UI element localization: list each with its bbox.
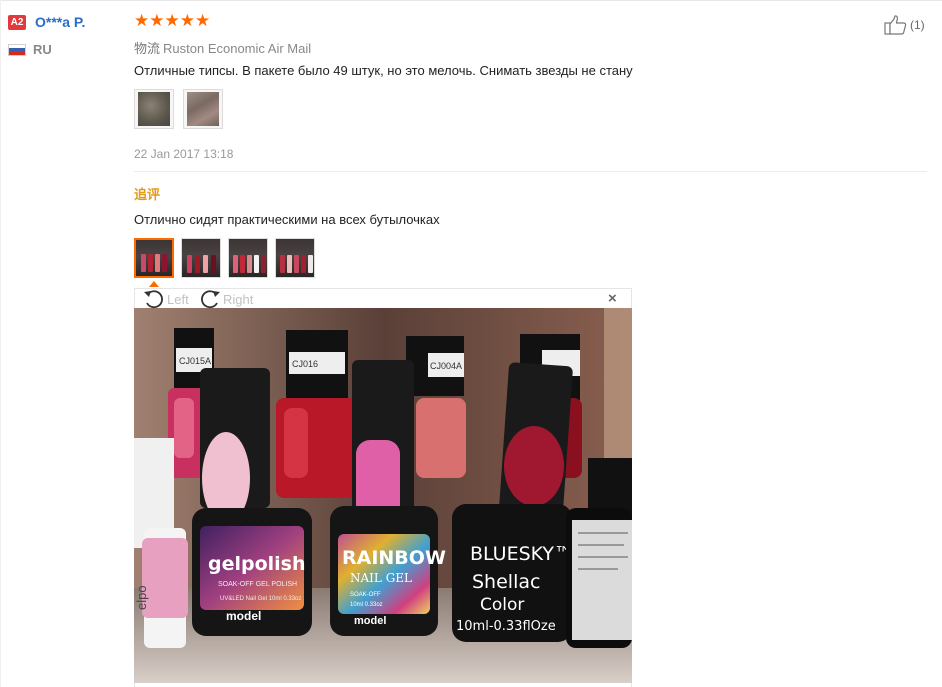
svg-text:SOAK-OFF: SOAK-OFF <box>350 592 381 598</box>
svg-text:10ml 0.33oz: 10ml 0.33oz <box>350 602 383 608</box>
followup-photo-thumbnail[interactable] <box>181 238 221 278</box>
svg-text:elpo: elpo <box>134 585 149 610</box>
shipping-method: Ruston Economic Air Mail <box>163 41 312 56</box>
svg-text:Color: Color <box>480 595 524 615</box>
nail-polish-photo: CJ015A CJ016 CJ004A elpo gelpolish SOAK-… <box>134 308 632 683</box>
followup-photo-thumbnail[interactable] <box>275 238 315 278</box>
star-icon: ★ <box>195 11 211 30</box>
helpful-button[interactable]: (1) <box>884 15 925 35</box>
star-icon: ★ <box>149 11 165 30</box>
svg-text:SOAK-OFF GEL POLISH: SOAK-OFF GEL POLISH <box>218 581 297 588</box>
svg-text:gelpolish: gelpolish <box>208 553 306 575</box>
star-icon: ★ <box>164 11 180 30</box>
review-date: 22 Jan 2017 13:18 <box>134 147 234 161</box>
followup-photo-thumbnail[interactable] <box>228 238 268 278</box>
followup-label: 追评 <box>134 187 161 202</box>
star-icon: ★ <box>179 11 195 30</box>
rotate-right-button[interactable]: Right <box>199 289 253 309</box>
left-edge-line <box>0 0 1 687</box>
review-photo-large: CJ015A CJ016 CJ004A elpo gelpolish SOAK-… <box>134 308 632 683</box>
review-photo-thumbnail[interactable] <box>134 89 174 129</box>
svg-text:10ml-0.33flOze: 10ml-0.33flOze <box>456 619 556 634</box>
svg-text:Shellac: Shellac <box>472 571 540 593</box>
close-viewer-button[interactable]: × <box>608 291 617 306</box>
svg-text:UV&LED Nail Gel 10ml 0.33oz: UV&LED Nail Gel 10ml 0.33oz <box>220 596 301 602</box>
review-photo-thumbnail[interactable] <box>183 89 223 129</box>
svg-text:BLUESKY™: BLUESKY™ <box>470 543 573 565</box>
country-flag-icon <box>8 44 26 56</box>
selected-thumbnail-pointer <box>149 281 159 287</box>
back-bottle-2: CJ016 <box>276 330 356 498</box>
helpful-count: (1) <box>910 18 925 32</box>
rotate-left-button[interactable]: Left <box>143 289 189 309</box>
reviewer-country: RU <box>33 42 52 57</box>
shipping-info: 物流 Ruston Economic Air Mail <box>134 38 311 57</box>
rotate-right-icon <box>201 290 220 309</box>
star-icon: ★ <box>134 11 150 30</box>
rotate-right-label: Right <box>223 291 254 307</box>
svg-text:CJ015A: CJ015A <box>179 356 211 366</box>
buyer-level-badge: A2 <box>8 15 26 30</box>
svg-text:model: model <box>354 615 386 627</box>
top-divider <box>0 0 942 1</box>
review-text: Отличные типсы. В пакете было 49 штук, н… <box>134 63 633 78</box>
svg-text:NAIL GEL: NAIL GEL <box>350 571 412 585</box>
shipping-label: 物流 <box>134 41 161 56</box>
rotate-left-label: Left <box>167 291 189 307</box>
svg-text:CJ016: CJ016 <box>292 359 318 369</box>
followup-photo-thumbnail-selected[interactable] <box>134 238 174 278</box>
svg-text:model: model <box>226 609 261 623</box>
svg-text:RAINBOW: RAINBOW <box>342 547 446 569</box>
reviewer-name: O***a P. <box>35 14 86 30</box>
star-rating: ★ ★ ★ ★ ★ <box>134 12 210 30</box>
followup-text: Отлично сидят практическими на всех буты… <box>134 212 440 227</box>
rotate-left-icon <box>144 290 163 309</box>
svg-text:CJ004A: CJ004A <box>430 361 462 371</box>
thumbs-up-icon <box>884 15 907 35</box>
followup-divider <box>134 171 927 172</box>
